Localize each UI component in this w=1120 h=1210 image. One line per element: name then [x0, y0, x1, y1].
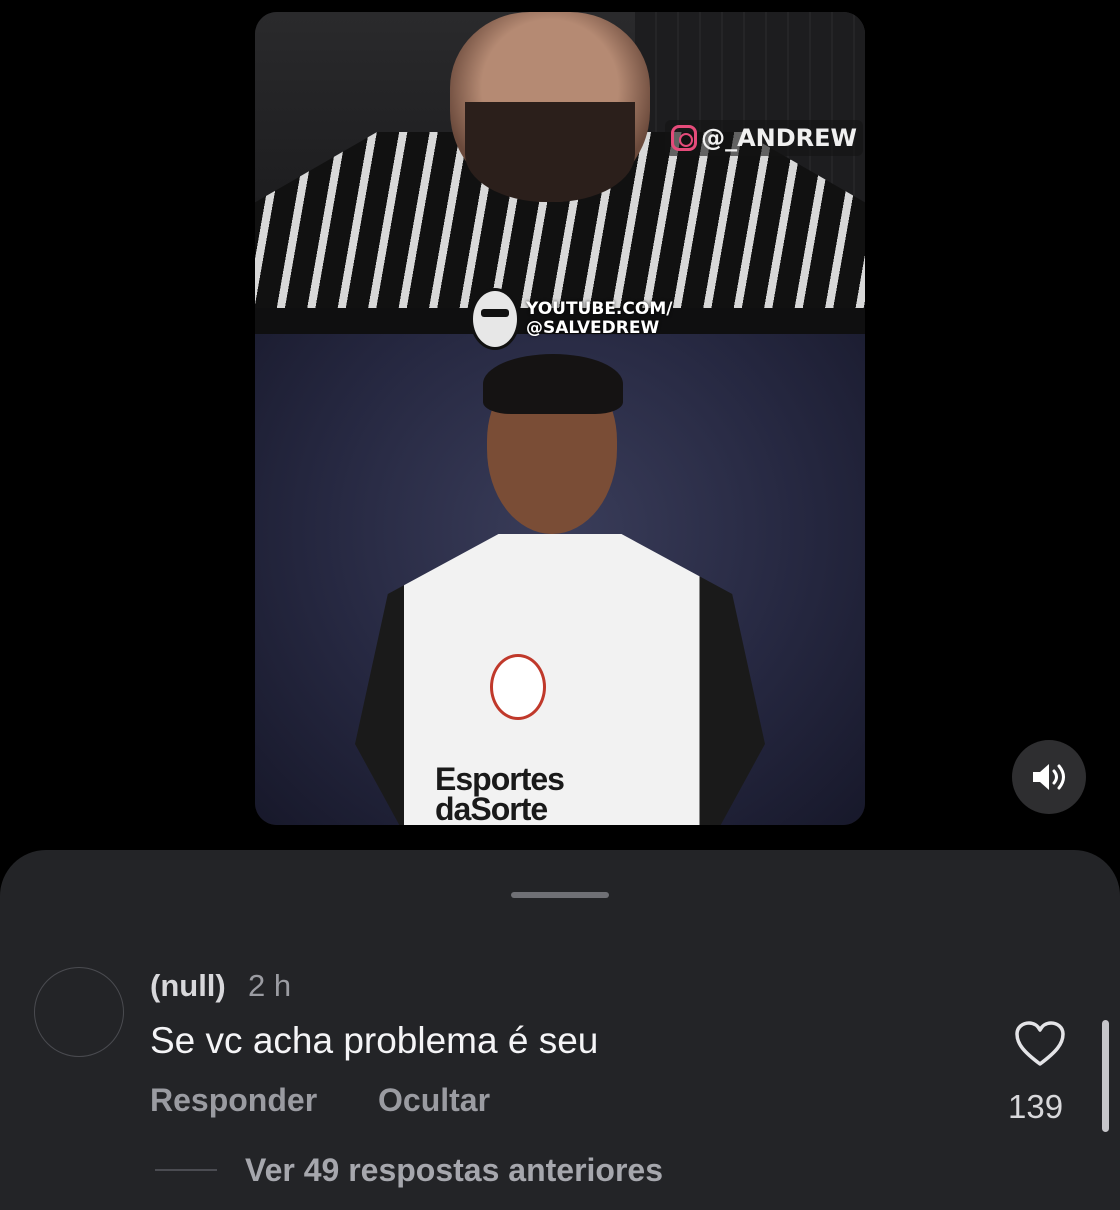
- player-hair: [483, 354, 623, 414]
- view-replies-link[interactable]: Ver 49 respostas anteriores: [245, 1152, 663, 1189]
- instagram-icon: [671, 125, 698, 151]
- speaker-volume-icon: [1033, 764, 1065, 790]
- jersey-sponsor-text: Esportes daSorte: [435, 761, 565, 825]
- volume-button[interactable]: [1012, 740, 1086, 814]
- avatar[interactable]: [34, 967, 124, 1057]
- comment-username[interactable]: (null): [150, 968, 226, 1004]
- watermark-line-1: YOUTUBE.COM/: [526, 299, 673, 319]
- video-top-panel: @_ANDREW: [255, 12, 865, 308]
- comment-text: Se vc acha problema é seu: [150, 1020, 599, 1061]
- heart-outline-icon: [1015, 1021, 1065, 1066]
- reply-button[interactable]: Responder: [150, 1082, 317, 1119]
- host-beard: [465, 102, 635, 202]
- like-button[interactable]: [1014, 1020, 1066, 1068]
- youtube-watermark: YOUTUBE.COM/ @SALVEDREW: [470, 288, 672, 350]
- comment-timestamp: 2 h: [248, 968, 292, 1003]
- video-player[interactable]: @_ANDREW Esportes daSorte YOUTUBE.COM/ @…: [255, 12, 865, 825]
- instagram-handle-text: @_ANDREW: [701, 124, 857, 152]
- like-count: 139: [1008, 1088, 1064, 1125]
- scrollbar[interactable]: [1102, 1020, 1109, 1132]
- instagram-handle: @_ANDREW: [665, 120, 863, 156]
- reply-thread-line: [155, 1169, 217, 1171]
- club-crest: [490, 654, 546, 720]
- watermark-avatar-icon: [470, 288, 520, 350]
- sheet-grabber-handle[interactable]: [511, 892, 609, 898]
- hide-button[interactable]: Ocultar: [378, 1082, 490, 1119]
- watermark-line-2: @SALVEDREW: [526, 318, 660, 338]
- comments-sheet: (null) 2 h Se vc acha problema é seu Res…: [0, 850, 1120, 1210]
- video-bottom-panel: Esportes daSorte: [255, 334, 865, 825]
